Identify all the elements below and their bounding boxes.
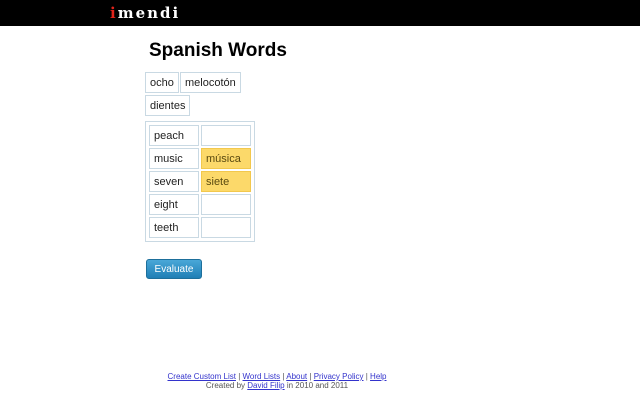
drop-slot[interactable] — [201, 194, 251, 215]
word-chip[interactable]: ocho — [145, 72, 179, 93]
english-word: music — [149, 148, 199, 169]
word-chip[interactable]: melocotón — [180, 72, 241, 93]
create-custom-list-link[interactable]: Create Custom List — [168, 372, 236, 381]
table-row: teeth — [149, 217, 251, 238]
footer-separator: | — [365, 372, 368, 381]
author-link[interactable]: David Filip — [247, 381, 284, 390]
about-link[interactable]: About — [286, 372, 307, 381]
english-word: eight — [149, 194, 199, 215]
table-row: eight — [149, 194, 251, 215]
drop-slot[interactable]: música — [201, 148, 251, 169]
drop-slot[interactable] — [201, 125, 251, 146]
drop-slot[interactable]: siete — [201, 171, 251, 192]
drop-slot[interactable] — [201, 217, 251, 238]
imendi-logo[interactable]: imendi — [110, 4, 180, 22]
help-link[interactable]: Help — [370, 372, 386, 381]
table-row: music música — [149, 148, 251, 169]
word-lists-link[interactable]: Word Lists — [243, 372, 281, 381]
word-chip[interactable]: dientes — [145, 95, 191, 116]
page-title: Spanish Words — [149, 40, 287, 61]
footer-separator: | — [282, 372, 285, 381]
credit-prefix: Created by — [205, 381, 246, 390]
privacy-policy-link[interactable]: Privacy Policy — [314, 372, 364, 381]
logo-first-letter: i — [110, 4, 118, 22]
footer: Create Custom List | Word Lists | About … — [150, 372, 404, 390]
english-word: seven — [149, 171, 199, 192]
english-word: peach — [149, 125, 199, 146]
credit-suffix: in 2010 and 2011 — [286, 381, 349, 390]
credit-line: Created by David Filip in 2010 and 2011 — [150, 381, 404, 390]
word-pairs-table: peach music música seven siete eight tee… — [145, 121, 255, 242]
logo-rest: mendi — [117, 4, 181, 22]
top-bar: imendi — [0, 0, 640, 26]
table-row: peach — [149, 125, 251, 146]
table-row: seven siete — [149, 171, 251, 192]
english-word: teeth — [149, 217, 199, 238]
evaluate-button[interactable]: Evaluate — [146, 259, 202, 279]
footer-separator: | — [238, 372, 241, 381]
footer-separator: | — [309, 372, 312, 381]
footer-links: Create Custom List | Word Lists | About … — [150, 372, 404, 381]
